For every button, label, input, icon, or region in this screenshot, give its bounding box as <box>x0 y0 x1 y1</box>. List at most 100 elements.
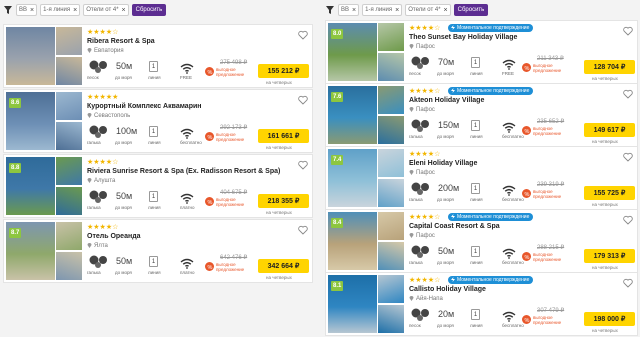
hotel-photo-thumb[interactable] <box>56 252 82 280</box>
hotel-photo-thumb[interactable] <box>56 157 82 185</box>
hotel-card[interactable]: 8.1 ★★★★☆ Моментальное подтверждение Callis… <box>325 272 638 336</box>
wifi-info: платно <box>177 255 201 277</box>
sea-distance-label: до моря <box>115 270 132 275</box>
price-button[interactable]: 198 000 ₽ <box>584 312 635 326</box>
hotel-name[interactable]: Отель Ореанда <box>87 233 141 240</box>
hotel-card[interactable]: 8.4 ★★★★☆ Моментальное подтверждение Capita… <box>325 209 638 273</box>
instant-confirmation-badge: Моментальное подтверждение <box>448 276 534 284</box>
price-button[interactable]: 218 355 ₽ <box>258 194 309 208</box>
location-pin-icon <box>409 232 414 240</box>
wifi-info: бесплатно <box>499 245 524 267</box>
filter-chip[interactable]: 1-я линия × <box>362 4 403 16</box>
hotel-photo[interactable] <box>6 27 82 85</box>
deal-badge: % выгодное предложение <box>205 262 246 272</box>
hotel-card[interactable]: 8.7 ★★★★☆ Отель Ореанда Ялта галька 50м до мор… <box>3 219 313 283</box>
hotel-photo-thumb[interactable] <box>56 122 82 150</box>
hotel-photo-thumb[interactable] <box>56 187 82 215</box>
sea-distance-value: 100м <box>116 126 138 136</box>
reset-filters-button[interactable]: Сбросить <box>453 4 489 16</box>
hotel-photo[interactable]: 7.4 <box>328 149 404 207</box>
hotel-photo-thumb[interactable] <box>378 86 404 114</box>
filter-chip[interactable]: 1-я линия × <box>40 4 81 16</box>
filter-chip[interactable]: ВВ × <box>16 4 38 16</box>
hotel-card[interactable]: ★★★★☆ Ribera Resort & Spa Евпатория песок 50… <box>3 24 313 88</box>
favorite-heart-icon[interactable] <box>298 222 308 235</box>
hotel-photo-thumb[interactable] <box>378 275 404 303</box>
hotel-photo[interactable]: 8.0 <box>328 23 404 81</box>
hotel-card[interactable]: 8.6 ★★★★★ Курортный Комплекс Аквамарин Сева… <box>3 89 313 153</box>
beach-type-label: песок <box>409 323 421 328</box>
filter-chip[interactable]: Отели от 4* × <box>83 4 129 16</box>
favorite-heart-icon[interactable] <box>623 86 633 99</box>
close-icon[interactable]: × <box>122 7 126 14</box>
hotel-photo-thumb[interactable] <box>56 57 82 85</box>
filter-chip[interactable]: Отели от 4* × <box>405 4 451 16</box>
star-rating: ★★★★☆ <box>409 151 441 158</box>
price-button[interactable]: 155 725 ₽ <box>584 186 635 200</box>
favorite-heart-icon[interactable] <box>298 27 308 40</box>
filter-icon[interactable] <box>3 4 13 16</box>
hotel-photo-thumb[interactable] <box>378 116 404 144</box>
hotel-photo[interactable]: 8.6 <box>6 92 82 150</box>
sea-distance-value: 150м <box>438 120 460 130</box>
close-icon[interactable]: × <box>352 7 356 14</box>
bolt-icon <box>451 24 455 32</box>
hotel-photo-thumb[interactable] <box>378 305 404 333</box>
hotel-photo[interactable]: 8.4 <box>328 212 404 270</box>
close-icon[interactable]: × <box>73 7 77 14</box>
price-button[interactable]: 155 212 ₽ <box>258 64 309 78</box>
hotel-name[interactable]: Курортный Комплекс Аквамарин <box>87 103 202 110</box>
favorite-heart-icon[interactable] <box>623 275 633 288</box>
hotel-name[interactable]: Capital Coast Resort & Spa <box>409 223 500 230</box>
hotel-photo-thumb[interactable] <box>378 149 404 177</box>
location-pin-icon <box>87 242 92 250</box>
close-icon[interactable]: × <box>444 7 448 14</box>
favorite-heart-icon[interactable] <box>298 157 308 170</box>
favorite-heart-icon[interactable] <box>298 92 308 105</box>
hotel-photo-thumb[interactable] <box>378 53 404 81</box>
close-icon[interactable]: × <box>395 7 399 14</box>
hotel-name[interactable]: Theo Sunset Bay Holiday Village <box>409 34 517 41</box>
deal-label: выгодное предложение <box>533 63 562 73</box>
hotel-photo-thumb[interactable] <box>378 179 404 207</box>
hotel-photo[interactable]: 8.8 <box>6 157 82 215</box>
hotel-photo-thumb[interactable] <box>378 23 404 51</box>
close-icon[interactable]: × <box>30 7 34 14</box>
sea-distance-label: до моря <box>115 140 132 145</box>
wifi-label: бесплатно <box>502 323 524 328</box>
filter-chip[interactable]: ВВ × <box>338 4 360 16</box>
hotel-name[interactable]: Akteon Holiday Village <box>409 97 484 104</box>
price-button[interactable]: 149 617 ₽ <box>584 123 635 137</box>
hotel-name[interactable]: Eleni Holiday Village <box>409 160 477 167</box>
hotel-photo-thumb[interactable] <box>56 222 82 250</box>
hotel-photo-thumb[interactable] <box>56 27 82 55</box>
hotel-photo-thumb[interactable] <box>56 92 82 120</box>
filter-chip-label: 1-я линия <box>365 7 393 13</box>
favorite-heart-icon[interactable] <box>623 23 633 36</box>
hotel-photo-thumb[interactable] <box>378 212 404 240</box>
price-button[interactable]: 128 704 ₽ <box>584 60 635 74</box>
price-button[interactable]: 179 313 ₽ <box>584 249 635 263</box>
price-button[interactable]: 161 661 ₽ <box>258 129 309 143</box>
hotel-card[interactable]: 7.4 ★★★★☆ Eleni Holiday Village Пафос галька… <box>325 146 638 210</box>
filter-icon[interactable] <box>325 4 335 16</box>
hotel-name[interactable]: Riviera Sunrise Resort & Spa (Ex. Radiss… <box>87 168 280 175</box>
price-button[interactable]: 342 664 ₽ <box>258 259 309 273</box>
reset-filters-button[interactable]: Сбросить <box>131 4 167 16</box>
bolt-icon <box>451 276 455 284</box>
hotel-photo[interactable]: 8.7 <box>6 222 82 280</box>
deal-badge: % выгодное предложение <box>522 63 563 73</box>
hotel-photo-thumb[interactable] <box>378 242 404 270</box>
hotel-card[interactable]: 8.0 ★★★★☆ Моментальное подтверждение Theo S… <box>325 20 638 84</box>
old-price: 275 498 ₽ <box>220 60 248 66</box>
favorite-heart-icon[interactable] <box>623 212 633 225</box>
hotel-name[interactable]: Ribera Resort & Spa <box>87 38 155 45</box>
hotel-name[interactable]: Callisto Holiday Village <box>409 286 486 293</box>
hotel-card[interactable]: 8.8 ★★★★☆ Riviera Sunrise Resort & Spa (Ex… <box>3 154 313 218</box>
hotel-photo[interactable]: 7.6 <box>328 86 404 144</box>
favorite-heart-icon[interactable] <box>623 149 633 162</box>
beach-line-value: 1 <box>149 126 158 137</box>
hotel-photo[interactable]: 8.1 <box>328 275 404 333</box>
sea-distance-label: до моря <box>115 75 132 80</box>
hotel-card[interactable]: 7.6 ★★★★☆ Моментальное подтверждение Akteon… <box>325 83 638 147</box>
